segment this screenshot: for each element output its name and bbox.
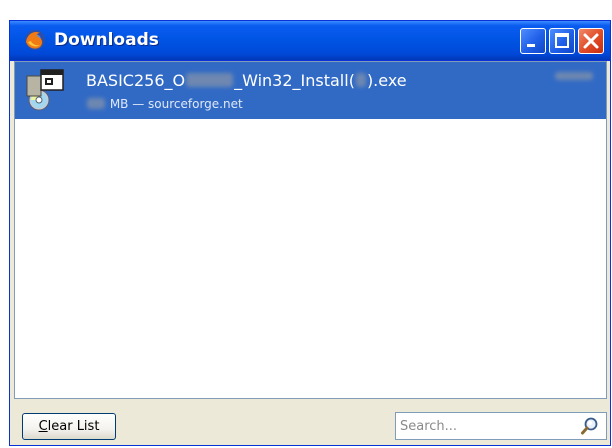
blurred-region bbox=[87, 98, 105, 109]
close-button[interactable] bbox=[578, 28, 604, 54]
blurred-region bbox=[555, 72, 593, 80]
minimize-icon bbox=[527, 44, 535, 47]
download-filename: BASIC256_O _Win32_Install().exe bbox=[86, 71, 407, 90]
download-item[interactable]: BASIC256_O _Win32_Install().exe MB — sour… bbox=[15, 62, 606, 119]
search-input[interactable] bbox=[400, 416, 570, 436]
maximize-icon bbox=[555, 33, 569, 48]
downloads-window: Downloads BASIC256_O _Win32_Install().e… bbox=[9, 20, 611, 446]
blurred-region bbox=[186, 73, 234, 87]
clear-list-button[interactable]: Clear List bbox=[22, 413, 116, 440]
firefox-icon bbox=[25, 30, 45, 50]
search-field[interactable] bbox=[395, 412, 607, 440]
clear-list-label: lear List bbox=[47, 419, 100, 434]
maximize-button[interactable] bbox=[549, 28, 575, 54]
blurred-region bbox=[355, 73, 366, 87]
minimize-button[interactable] bbox=[520, 28, 546, 54]
downloads-list[interactable]: BASIC256_O _Win32_Install().exe MB — sour… bbox=[14, 61, 607, 399]
magnifier-icon[interactable] bbox=[580, 416, 600, 436]
close-icon bbox=[583, 33, 599, 49]
window-title: Downloads bbox=[54, 30, 159, 50]
download-time bbox=[554, 72, 594, 82]
download-status: MB — sourceforge.net bbox=[86, 97, 243, 111]
clear-list-accesskey: C bbox=[38, 419, 48, 434]
installer-file-icon bbox=[26, 69, 64, 111]
title-bar[interactable]: Downloads bbox=[10, 21, 610, 61]
